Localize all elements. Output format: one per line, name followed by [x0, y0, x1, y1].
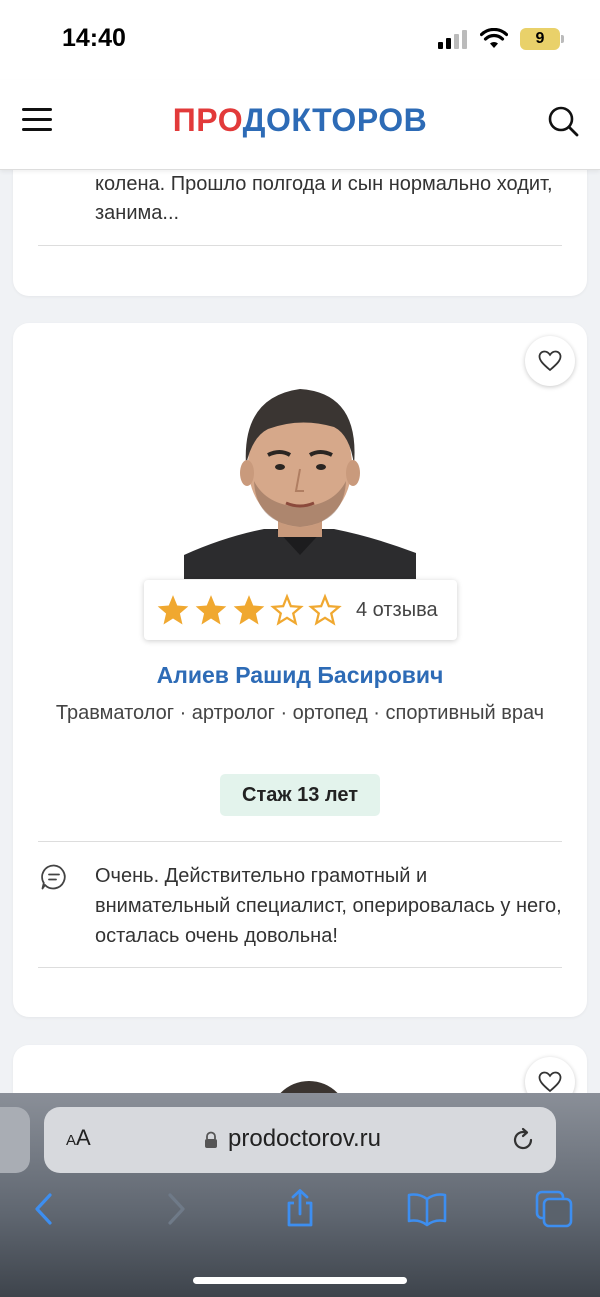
search-icon[interactable]: [546, 104, 580, 138]
doctor-name-link[interactable]: Алиев Рашид Басирович: [13, 662, 587, 689]
status-time: 14:40: [62, 24, 126, 52]
doctor-photo[interactable]: [184, 377, 416, 579]
rating-box[interactable]: 4 отзыва: [144, 580, 457, 640]
comment-icon: [41, 864, 66, 890]
review-snippet[interactable]: колена. Прошло полгода и сын нормально х…: [95, 170, 555, 228]
reload-icon[interactable]: [510, 1127, 536, 1153]
logo-doctor: ДОКТОРОВ: [242, 102, 428, 138]
star-empty-icon: [308, 593, 342, 626]
star-filled-icon: [195, 595, 227, 625]
divider: [38, 841, 562, 842]
star-filled-icon: [157, 595, 189, 625]
doctor-specialties: Травматолог · артролог · ортопед · спорт…: [55, 702, 545, 724]
heart-icon: [538, 350, 562, 372]
bookmarks-icon[interactable]: [405, 1187, 449, 1231]
browser-toolbar: [0, 1187, 600, 1257]
address-bar[interactable]: AA prodoctorov.ru: [44, 1107, 556, 1173]
back-icon[interactable]: [23, 1187, 67, 1231]
lock-icon: [205, 1131, 217, 1148]
previous-tab-peek[interactable]: [0, 1107, 30, 1173]
star-empty-icon: [270, 593, 304, 626]
experience-badge: Стаж 13 лет: [220, 774, 380, 816]
tabs-icon[interactable]: [532, 1187, 576, 1231]
url-text[interactable]: prodoctorov.ru: [228, 1125, 381, 1153]
status-bar: 14:40 9: [0, 0, 600, 80]
battery-level: 9: [535, 30, 545, 47]
status-icons: 9: [438, 28, 564, 50]
share-icon[interactable]: [278, 1187, 322, 1231]
heart-icon: [538, 1071, 562, 1093]
site-logo[interactable]: ПРОДОКТОРОВ: [0, 102, 600, 139]
favorite-button[interactable]: [525, 336, 575, 386]
reviews-count[interactable]: 4 отзыва: [356, 599, 438, 622]
wifi-icon: [480, 28, 508, 48]
text-size-button[interactable]: AA: [66, 1125, 91, 1151]
forward-icon[interactable]: [153, 1187, 197, 1231]
home-indicator: [193, 1277, 407, 1284]
logo-pro: ПРО: [172, 102, 243, 138]
browser-bar: AA prodoctorov.ru: [0, 1093, 600, 1297]
battery-icon: 9: [520, 28, 564, 50]
doctor-card: 4 отзыва Алиев Рашид Басирович Травматол…: [13, 323, 587, 1017]
divider: [38, 245, 562, 246]
divider: [38, 967, 562, 968]
review-snippet[interactable]: Очень. Действительно грамотный и внимате…: [95, 861, 565, 951]
site-header: ПРОДОКТОРОВ: [0, 80, 600, 170]
star-filled-icon: [233, 595, 265, 625]
signal-icon: [438, 30, 467, 49]
